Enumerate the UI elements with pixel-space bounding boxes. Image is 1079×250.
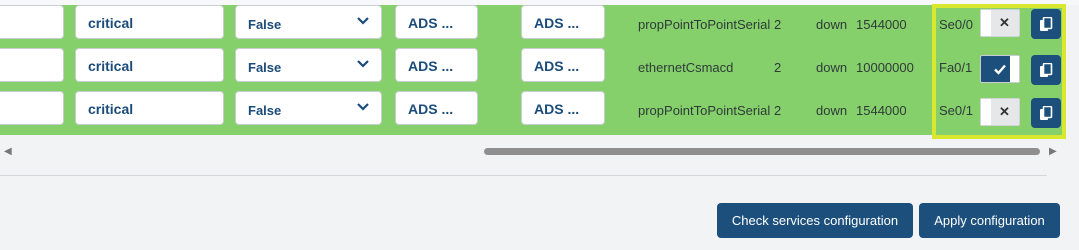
oper-status: down [816,103,848,118]
interface-type: ethernetCsmacd [638,60,734,75]
toggle-knob [1010,56,1019,82]
ads-value: ADS ... [534,15,580,31]
copy-icon [1040,63,1053,77]
chevron-down-icon [357,103,369,111]
table-row: critical False ADS ... ADS ... propPoint… [0,91,1066,134]
divider [0,175,1047,176]
oper-status: down [816,17,848,32]
scrollbar-thumb[interactable] [484,148,1040,155]
interface-type: propPointToPointSerial [638,17,771,32]
apply-configuration-button[interactable]: Apply configuration [919,203,1060,238]
name-input[interactable] [0,5,64,39]
ads-value: ADS ... [534,58,580,74]
copy-icon [1040,17,1053,31]
check-services-button[interactable]: Check services configuration [717,203,913,238]
interface-name: Se0/0 [939,17,973,32]
severity-value: critical [88,58,134,74]
ads-field[interactable]: ADS ... [395,48,478,82]
enable-toggle[interactable]: ✕ [980,98,1020,126]
interface-name: Fa0/1 [939,60,973,75]
close-icon: ✕ [999,15,1010,30]
ads-field[interactable]: ADS ... [395,5,478,39]
enable-toggle[interactable]: ✕ [980,9,1020,37]
interface-type: propPointToPointSerial [638,103,771,118]
interface-number: 2 [774,17,782,32]
copy-button[interactable] [1031,9,1061,39]
flag-select[interactable]: False [235,91,382,125]
interface-speed: 10000000 [856,60,914,75]
severity-input[interactable]: critical [75,5,224,39]
chevron-down-icon [357,17,369,25]
ads-field[interactable]: ADS ... [521,5,605,39]
ads-value: ADS ... [408,101,454,117]
flag-value: False [248,60,282,75]
flag-select[interactable]: False [235,48,382,82]
enable-toggle[interactable] [980,55,1020,83]
ads-field[interactable]: ADS ... [521,48,605,82]
toggle-knob [981,99,991,125]
interface-number: 2 [774,60,782,75]
copy-icon [1040,106,1053,120]
ads-field[interactable]: ADS ... [395,91,478,125]
table-row: critical False ADS ... ADS ... propPoint… [0,5,1066,48]
oper-status: down [816,60,848,75]
ads-field[interactable]: ADS ... [521,91,605,125]
interface-name: Se0/1 [939,103,973,118]
severity-input[interactable]: critical [75,91,224,125]
interface-speed: 1544000 [856,17,907,32]
copy-button[interactable] [1031,98,1061,128]
ads-value: ADS ... [408,58,454,74]
ads-value: ADS ... [534,101,580,117]
name-input[interactable] [0,91,64,125]
flag-select[interactable]: False [235,5,382,39]
severity-value: critical [88,15,134,31]
copy-button[interactable] [1031,55,1061,85]
scroll-left-icon[interactable]: ◀ [4,146,12,157]
ads-value: ADS ... [408,15,454,31]
chevron-down-icon [357,60,369,68]
severity-value: critical [88,101,134,117]
scroll-right-icon[interactable]: ▶ [1049,146,1057,157]
flag-value: False [248,103,282,118]
severity-input[interactable]: critical [75,48,224,82]
check-icon [994,64,1006,75]
table-row: critical False ADS ... ADS ... ethernetC… [0,48,1066,91]
close-icon: ✕ [999,104,1010,119]
flag-value: False [248,17,282,32]
interface-speed: 1544000 [856,103,907,118]
name-input[interactable] [0,48,64,82]
interface-number: 2 [774,103,782,118]
toggle-knob [981,10,991,36]
horizontal-scrollbar[interactable]: ◀ ▶ [0,144,1066,158]
interfaces-table: critical False ADS ... ADS ... propPoint… [0,5,1066,135]
